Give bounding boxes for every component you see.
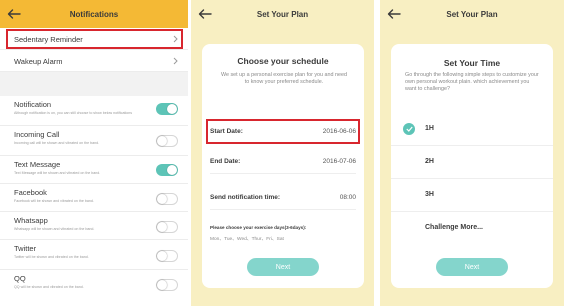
back-arrow-icon	[7, 9, 21, 19]
twitter-toggle[interactable]	[156, 250, 178, 262]
toggle-label: Facebook	[14, 188, 47, 197]
card-title: Choose your schedule	[237, 56, 329, 66]
notification-time-value: 08:00	[339, 194, 356, 201]
qq-toggle[interactable]	[156, 279, 178, 291]
back-arrow-icon	[387, 9, 401, 19]
highlight-box	[6, 29, 183, 49]
notifications-screen: Notifications Sedentary Reminder Wakeup …	[0, 0, 188, 306]
time-screen: Set Your Plan Set Your Time Go through t…	[380, 0, 564, 306]
plan-header: Set Your Plan	[380, 0, 564, 28]
toggle-description: Although notification is on, you can sti…	[14, 111, 133, 115]
toggle-row-notification: Notification Although notification is on…	[0, 96, 188, 126]
toggle-label: Whatsapp	[14, 216, 48, 225]
toggle-label: QQ	[14, 274, 26, 283]
option-label: 3H	[425, 191, 434, 198]
card-subtitle: Go through the following simple steps to…	[405, 72, 539, 92]
toggle-row-qq: QQ QQ will be shown and vibrated on the …	[0, 270, 188, 298]
text-message-toggle[interactable]	[156, 164, 178, 176]
notification-time-row[interactable]: Send notification time: 08:00	[210, 186, 356, 210]
menu-item-label: Wakeup Alarm	[14, 57, 63, 66]
option-challenge-more[interactable]: Challenge More...	[391, 212, 553, 245]
toggle-label: Incoming Call	[14, 130, 60, 139]
card-title: Set Your Time	[443, 58, 501, 68]
back-button[interactable]	[386, 6, 402, 22]
toggle-row-facebook: Facebook Facebook will be shown and vibr…	[0, 184, 188, 212]
exercise-days[interactable]: Mon、Tue、Wed、Thur、Fri、Sat	[210, 235, 284, 242]
option-1h[interactable]: 1H	[391, 113, 553, 146]
highlight-box	[206, 119, 360, 144]
option-label: 2H	[425, 158, 434, 165]
schedule-screen: Set Your Plan Choose your schedule We se…	[191, 0, 374, 306]
option-2h[interactable]: 2H	[391, 146, 553, 179]
toggle-description: Twitter will be shown and vibrated on th…	[14, 255, 89, 259]
schedule-card: Choose your schedule We set up a persona…	[202, 44, 364, 288]
page-title: Notifications	[69, 9, 119, 19]
notifications-header: Notifications	[0, 0, 188, 28]
card-subtitle: We set up a personal exercise plan for y…	[220, 72, 348, 85]
toggle-row-whatsapp: Whatsapp Whatsapp will be shown and vibr…	[0, 212, 188, 240]
page-title: Set Your Plan	[446, 9, 498, 19]
toggle-row-incoming-call: Incoming Call Incoming call will be show…	[0, 126, 188, 156]
facebook-toggle[interactable]	[156, 193, 178, 205]
toggle-row-text-message: Text Message Text Message will be shown …	[0, 156, 188, 184]
option-label: 1H	[425, 125, 434, 132]
end-date-row[interactable]: End Date: 2016-07-06	[210, 150, 356, 174]
back-button[interactable]	[197, 6, 213, 22]
incoming-call-toggle[interactable]	[156, 135, 178, 147]
back-button[interactable]	[6, 6, 22, 22]
toggle-description: Text Message will be shown and vibrated …	[14, 171, 101, 175]
time-card: Set Your Time Go through the following s…	[391, 44, 553, 288]
toggle-description: Whatsapp will be shown and vibrated on t…	[14, 227, 95, 231]
end-date-label: End Date:	[210, 158, 241, 165]
toggle-label: Text Message	[14, 160, 61, 169]
plan-header: Set Your Plan	[191, 0, 374, 28]
notification-toggle[interactable]	[156, 103, 178, 115]
end-date-value: 2016-07-06	[322, 158, 356, 165]
toggle-description: QQ will be shown and vibrated on the ban…	[14, 285, 84, 289]
toggle-row-twitter: Twitter Twitter will be shown and vibrat…	[0, 240, 188, 270]
menu-item-wakeup-alarm[interactable]: Wakeup Alarm	[0, 50, 188, 72]
notification-time-label: Send notification time:	[210, 194, 281, 201]
whatsapp-toggle[interactable]	[156, 221, 178, 233]
chevron-right-icon	[173, 57, 178, 64]
toggle-description: Facebook will be shown and vibrated on t…	[14, 199, 94, 203]
section-spacer	[0, 72, 188, 96]
next-button[interactable]: Next	[436, 258, 508, 276]
toggle-label: Notification	[14, 100, 52, 109]
option-3h[interactable]: 3H	[391, 179, 553, 212]
exercise-days-title: Please choose your exercise days(3-6days…	[210, 225, 307, 230]
check-icon	[403, 123, 415, 135]
option-label: Challenge More...	[425, 224, 483, 231]
toggle-label: Twitter	[14, 244, 37, 253]
next-button[interactable]: Next	[247, 258, 319, 276]
toggle-description: Incoming call will be shown and vibrated…	[14, 141, 100, 145]
page-title: Set Your Plan	[256, 9, 309, 19]
back-arrow-icon	[198, 9, 212, 19]
